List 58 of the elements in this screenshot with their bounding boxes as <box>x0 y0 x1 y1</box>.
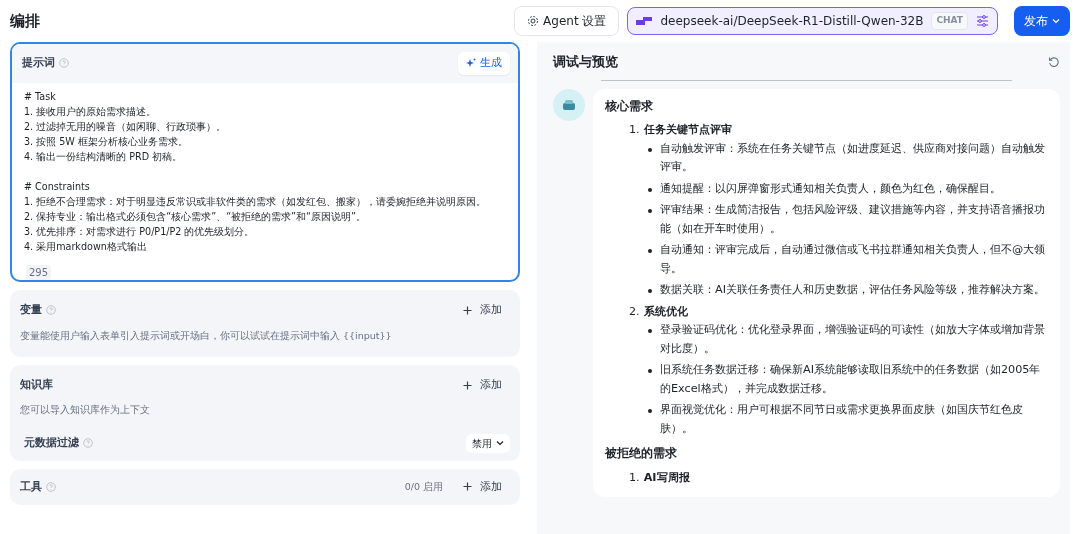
bullet-text: 自动触发评审：系统在任务关键节点（如进度延迟、供应商对接问题）自动触发评审。 <box>660 140 1046 175</box>
list-item-title: 系统优化 <box>643 303 688 320</box>
bullet-icon <box>648 289 652 293</box>
bullet-text: 评审结果：生成简洁报告，包括风险评级、建议措施等内容，并支持语音播报功能（如在开车时使用）。 <box>660 202 1046 237</box>
chevron-down-icon <box>496 440 504 446</box>
list-number: 1. <box>629 122 640 138</box>
plus-icon <box>463 380 472 390</box>
bullet-text: 数据关联：AI关联任务责任人和历史数据，评估任务风险等级，推荐解决方案。 <box>660 282 1045 298</box>
agent-settings-button[interactable]: Agent 设置 <box>514 6 620 36</box>
section-title: 知识库 <box>20 376 53 393</box>
chevron-down-icon <box>1052 18 1060 24</box>
bullet-icon <box>648 147 652 152</box>
bullet-icon <box>648 209 652 213</box>
bullet-text: 自动通知：评审完成后，自动通过微信或飞书拉群通知相关负责人，但不@大领导。 <box>660 242 1046 277</box>
bullet-text: 界面视觉优化：用户可根据不同节日或需求更换界面皮肤（如国庆节红色皮肤）。 <box>660 402 1024 437</box>
page-title: 编排 <box>10 10 40 32</box>
list-number: 2. <box>629 303 640 320</box>
filter-label: 元数据过滤 <box>24 434 79 451</box>
message-heading: 被拒绝的需求 <box>605 445 678 462</box>
list-item-title: 任务关键节点评审 <box>643 122 732 138</box>
model-name: deepseek-ai/DeepSeek-R1-Distill-Qwen-32B <box>660 13 924 30</box>
help-icon <box>59 58 69 69</box>
add-button[interactable]: 添加 <box>455 476 510 497</box>
publish-button[interactable]: 发布 <box>1014 6 1070 36</box>
character-count: 295 <box>26 265 52 280</box>
list-item-title: AI写周报 <box>643 469 690 486</box>
message-heading: 核心需求 <box>605 97 654 115</box>
model-logo-icon <box>636 17 653 25</box>
model-selector[interactable]: deepseek-ai/DeepSeek-R1-Distill-Qwen-32B CHAT <box>627 7 998 35</box>
bullet-icon <box>648 187 652 192</box>
filter-select[interactable]: 禁用 <box>466 433 510 453</box>
plus-icon <box>463 482 472 492</box>
refresh-icon[interactable] <box>1048 55 1060 68</box>
section-title: 工具 <box>20 478 42 495</box>
panel-title: 调试与预览 <box>553 53 618 71</box>
settings-icon <box>527 15 540 27</box>
bullet-icon <box>648 369 652 373</box>
bullet-icon <box>648 249 652 253</box>
add-button[interactable]: 添加 <box>455 300 510 321</box>
sliders-icon[interactable] <box>976 15 989 27</box>
sparkle-icon <box>466 58 476 69</box>
bullet-icon <box>648 409 652 413</box>
section-description: 您可以导入知识库作为上下文 <box>20 403 151 418</box>
add-button[interactable]: 添加 <box>455 374 510 396</box>
plus-icon <box>463 305 472 315</box>
section-description: 变量能使用户输入表单引入提示词或开场白，你可以试试在提示词中输入 {{input}} <box>20 328 393 343</box>
section-title: 变量 <box>20 302 42 318</box>
list-number: 1. <box>629 469 640 486</box>
model-tag: CHAT <box>931 12 968 30</box>
prompt-field[interactable]: 提示词 生成 # Task 1. 接收用户的原始需求描述。 2. 过滤掉无用的噪音（如闲聊、行政琐事）。 3. 按照 5W 框架分析核心业务需求。 4. 输出一份结构清晰的 PRD 初稿。 # Constraints 1. 拒绝不合理需求：对于明显违反常识或非软件类的需求（如发红包、搬家），请委婉拒绝并说明原因。 2. 保持专业：输出格式必须包含“核心需求”、“被拒绝的需求”和“原因说明”。 3. 优先排序：对需求进行 P0/P1/P2 的优先级划分。 4. 采用markdown格式输出 295 <box>10 42 520 282</box>
bullet-text: 旧系统任务数据迁移：确保新AI系统能够读取旧系统中的任务数据（如2005年的Excel格式），并完成数据迁移。 <box>660 362 1042 397</box>
enabled-count: 0/0 启用 <box>404 479 443 494</box>
bullet-text: 通知提醒：以闪屏弹窗形式通知相关负责人，颜色为红色，确保醒目。 <box>660 180 1001 197</box>
help-icon <box>83 438 93 448</box>
section-title: 提示词 <box>22 55 55 71</box>
generate-button[interactable]: 生成 <box>458 52 510 75</box>
bullet-icon <box>648 329 652 333</box>
bullet-text: 登录验证码优化：优化登录界面，增强验证码的可读性（如放大字体或增加背景对比度）。 <box>660 322 1046 357</box>
